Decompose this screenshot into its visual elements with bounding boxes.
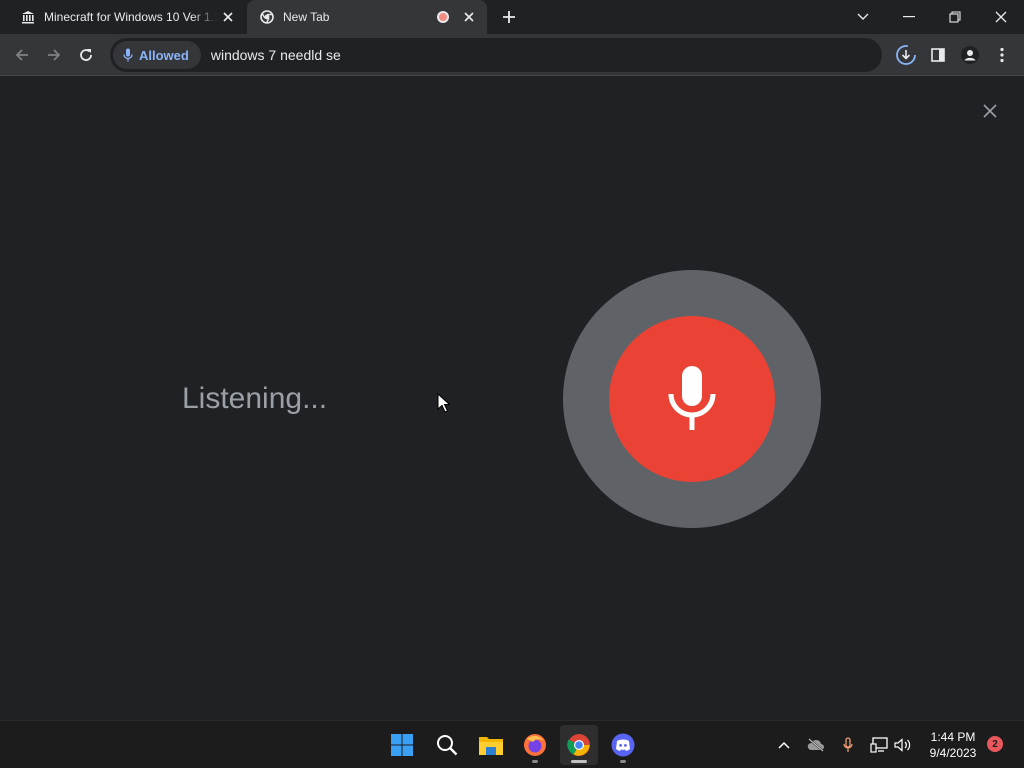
microphone-in-use-tray-icon[interactable] <box>837 733 859 757</box>
discord-icon <box>611 733 635 757</box>
cloud-off-icon <box>807 738 824 752</box>
url-text: windows 7 needld se <box>210 47 341 63</box>
tab-title: Minecraft for Windows 10 Ver 1.1 <box>44 10 218 24</box>
start-button[interactable] <box>383 725 421 765</box>
mic-button[interactable] <box>563 270 821 528</box>
onedrive-tray-icon[interactable] <box>805 733 827 757</box>
tab-search-button[interactable] <box>840 0 886 34</box>
reload-button[interactable] <box>72 41 100 69</box>
clock[interactable]: 1:44 PM 9/4/2023 <box>924 729 982 761</box>
profile-icon <box>961 46 979 64</box>
minimize-button[interactable] <box>886 0 932 34</box>
running-indicator <box>532 760 538 763</box>
menu-button[interactable] <box>988 41 1016 69</box>
running-indicator <box>620 760 626 763</box>
mic-inner-circle <box>609 316 775 482</box>
taskbar-discord[interactable] <box>604 725 642 765</box>
tab-strip: Minecraft for Windows 10 Ver 1.1 New Tab <box>0 0 1024 34</box>
taskbar-firefox[interactable] <box>516 725 554 765</box>
notification-badge[interactable]: 2 <box>987 736 1003 752</box>
side-panel-icon <box>931 48 945 62</box>
network-tray-icon[interactable] <box>868 733 890 757</box>
close-window-button[interactable] <box>978 0 1024 34</box>
mic-permission-chip[interactable]: Allowed <box>113 41 201 69</box>
clock-date: 9/4/2023 <box>929 746 977 760</box>
windows-logo-icon <box>391 734 413 756</box>
close-voice-search-button[interactable] <box>978 99 1002 123</box>
voice-search-page: Listening... <box>0 77 1024 720</box>
back-button[interactable] <box>8 41 36 69</box>
side-panel-button[interactable] <box>924 41 952 69</box>
new-tab-button[interactable] <box>499 7 519 27</box>
downloads-button[interactable] <box>892 41 920 69</box>
forward-button[interactable] <box>40 41 68 69</box>
listening-status: Listening... <box>182 382 328 415</box>
permission-chip-label: Allowed <box>139 47 189 63</box>
volume-tray-icon[interactable] <box>892 733 914 757</box>
chevron-up-icon <box>778 741 790 749</box>
taskbar-file-explorer[interactable] <box>472 725 510 765</box>
chrome-icon <box>567 734 590 756</box>
show-hidden-icons-button[interactable] <box>773 733 795 757</box>
clock-time: 1:44 PM <box>930 730 976 744</box>
browser-toolbar: Allowed windows 7 needld se <box>0 34 1024 76</box>
folder-icon <box>479 737 503 755</box>
running-indicator <box>571 760 587 763</box>
close-icon <box>983 104 997 118</box>
download-icon <box>896 45 916 65</box>
microphone-icon <box>843 737 853 752</box>
bank-icon <box>20 9 36 25</box>
more-vert-icon <box>1000 47 1004 63</box>
close-tab-icon[interactable] <box>218 7 238 27</box>
tab-new-tab[interactable]: New Tab <box>247 0 487 34</box>
network-icon <box>870 737 888 753</box>
chrome-icon <box>259 9 275 25</box>
microphone-icon <box>668 366 716 430</box>
tab-title: New Tab <box>283 10 330 24</box>
search-icon <box>437 735 458 756</box>
taskbar-chrome[interactable] <box>560 725 598 765</box>
taskbar: 1:44 PM 9/4/2023 <box>0 720 1024 768</box>
profile-button[interactable] <box>956 41 984 69</box>
mouse-pointer-icon <box>437 392 451 418</box>
tab-minecraft[interactable]: Minecraft for Windows 10 Ver 1.1 <box>8 0 246 34</box>
address-bar[interactable]: Allowed windows 7 needld se <box>110 38 882 72</box>
taskbar-search-button[interactable] <box>428 725 466 765</box>
firefox-icon <box>524 734 546 756</box>
restore-button[interactable] <box>932 0 978 34</box>
recording-indicator-icon <box>437 11 449 23</box>
speaker-icon <box>894 738 911 752</box>
close-tab-icon[interactable] <box>459 7 479 27</box>
microphone-icon <box>123 48 133 62</box>
